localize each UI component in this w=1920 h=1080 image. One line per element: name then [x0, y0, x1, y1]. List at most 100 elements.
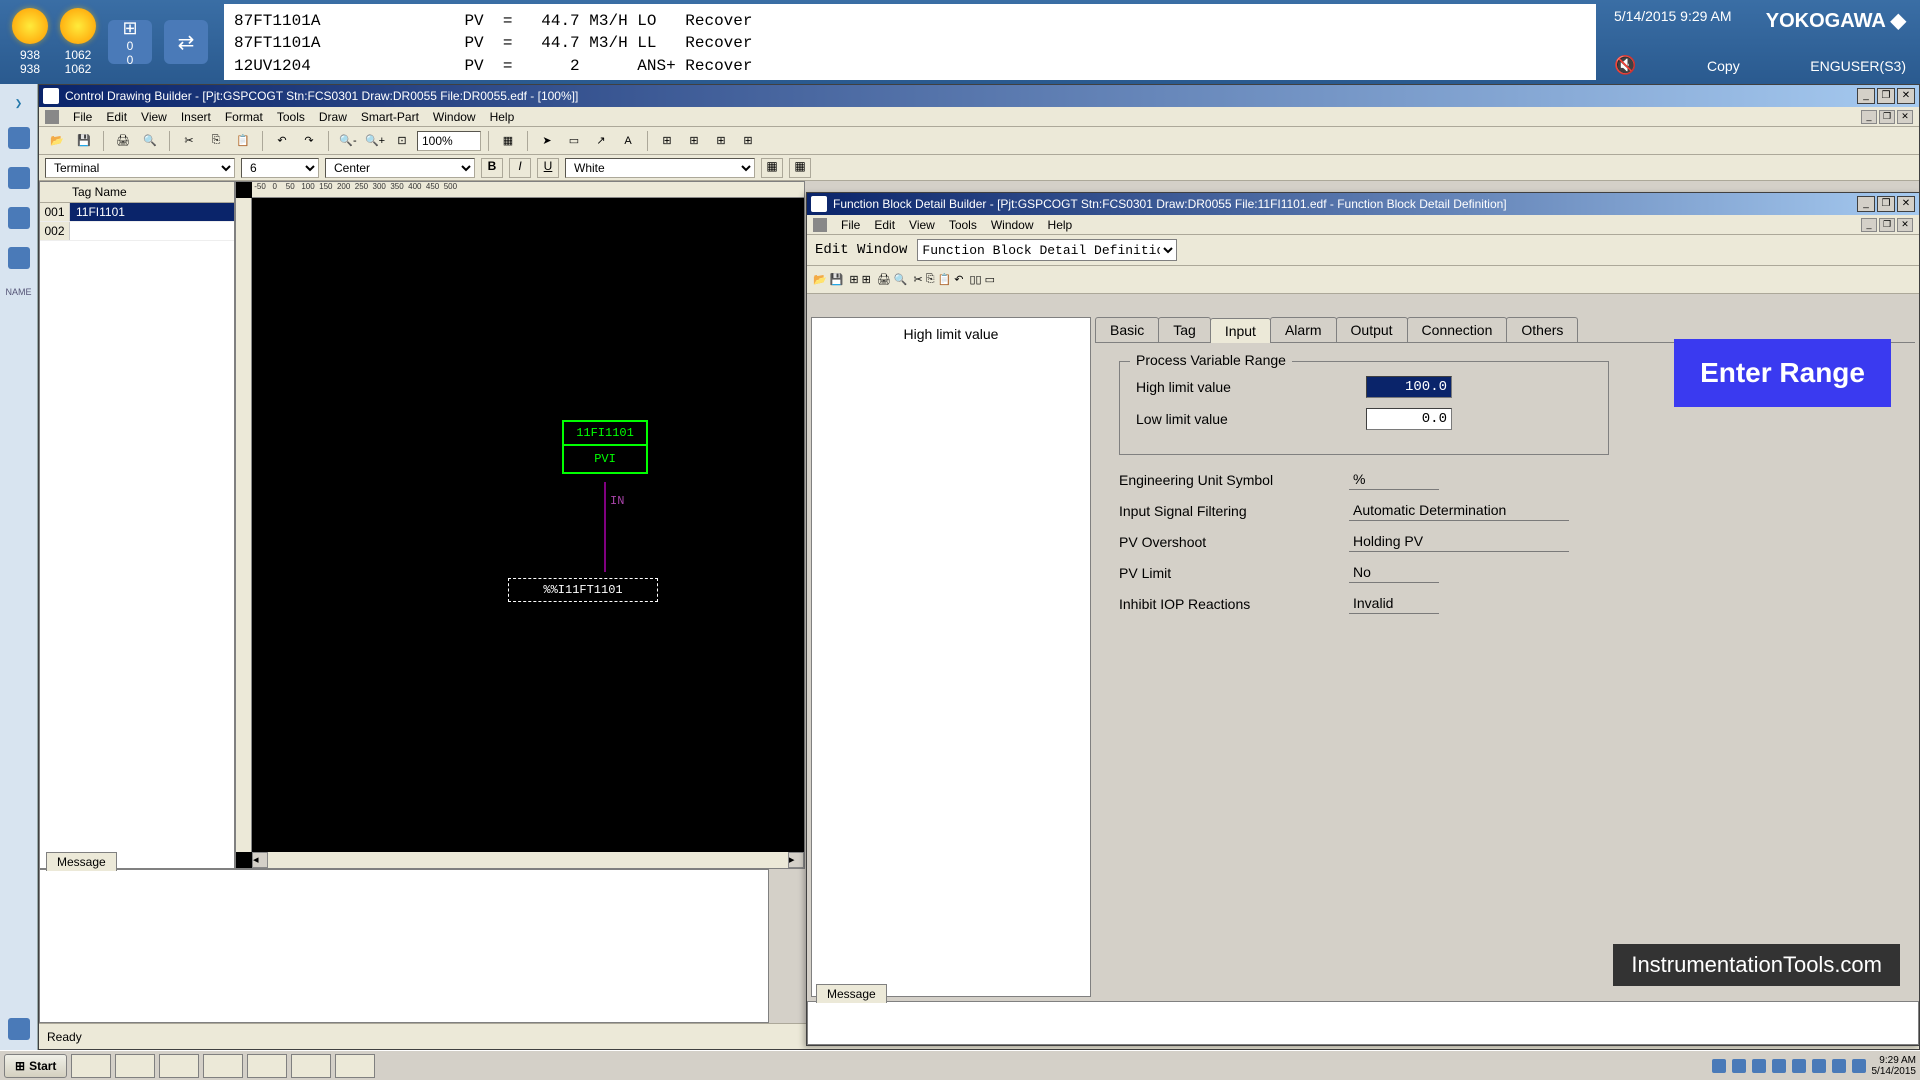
save-icon[interactable]: 💾 [72, 129, 96, 153]
cut-icon[interactable]: ✂ [914, 273, 923, 286]
tray-icon[interactable] [1772, 1059, 1786, 1073]
scroll-right-icon[interactable]: ▸ [788, 852, 804, 868]
save-icon[interactable]: 💾 [830, 273, 844, 286]
tab-connection[interactable]: Connection [1407, 317, 1508, 342]
menu-window[interactable]: Window [991, 218, 1034, 232]
open-icon[interactable]: 📂 [45, 129, 69, 153]
tool-icon[interactable]: ↗ [589, 129, 613, 153]
menu-help[interactable]: Help [490, 110, 515, 124]
copy-icon[interactable]: ⎘ [204, 129, 228, 153]
menu-file[interactable]: File [73, 110, 92, 124]
cut-icon[interactable]: ✂ [177, 129, 201, 153]
menu-window[interactable]: Window [433, 110, 476, 124]
scroll-left-icon[interactable]: ◂ [252, 852, 268, 868]
taskbar-button[interactable] [115, 1054, 155, 1078]
copy-button[interactable]: Copy [1707, 58, 1740, 74]
paste-icon[interactable]: 📋 [938, 273, 952, 286]
tray-icon[interactable] [1812, 1059, 1826, 1073]
tab-alarm[interactable]: Alarm [1270, 317, 1337, 342]
function-block[interactable]: 11FI1101 PVI [562, 420, 648, 474]
menu-smartpart[interactable]: Smart-Part [361, 110, 419, 124]
open-icon[interactable]: 📂 [813, 273, 827, 286]
mute-icon[interactable]: 🔇 [1614, 55, 1636, 76]
menu-view[interactable]: View [141, 110, 167, 124]
font-select[interactable]: Terminal [45, 158, 235, 178]
tool-icon[interactable]: ⊞ [655, 129, 679, 153]
editwin-select[interactable]: Function Block Detail Definition [917, 239, 1177, 261]
menu-format[interactable]: Format [225, 110, 263, 124]
user-label[interactable]: ENGUSER(S3) [1810, 58, 1906, 74]
tool-icon[interactable]: ⊞ [736, 129, 760, 153]
preview-icon[interactable]: 🔍 [138, 129, 162, 153]
tool-icon[interactable]: ⊞ [709, 129, 733, 153]
preview-icon[interactable]: 🔍 [894, 273, 908, 286]
tool-icon[interactable]: ⊞ [682, 129, 706, 153]
low-limit-input[interactable] [1366, 408, 1452, 430]
menu-insert[interactable]: Insert [181, 110, 211, 124]
message-tab[interactable]: Message [46, 852, 117, 871]
copy-icon[interactable]: ⎘ [926, 273, 935, 286]
tray-icon[interactable] [1792, 1059, 1806, 1073]
zoomout-icon[interactable]: 🔍- [336, 129, 360, 153]
tab-basic[interactable]: Basic [1095, 317, 1159, 342]
grid-icon[interactable]: ▦ [496, 129, 520, 153]
tray-icon[interactable] [1832, 1059, 1846, 1073]
taskbar-button[interactable] [159, 1054, 199, 1078]
layout-icon[interactable]: ▭ [985, 273, 995, 286]
weather-widget-2[interactable]: 1062 1062 [60, 8, 96, 76]
fmt-button[interactable]: ▦ [761, 158, 783, 178]
taskbar-button[interactable] [291, 1054, 331, 1078]
message-tab[interactable]: Message [816, 984, 887, 1003]
mdi-restore[interactable]: ❐ [1879, 218, 1895, 232]
mdi-minimize[interactable]: _ [1861, 218, 1877, 232]
cdb-titlebar[interactable]: Control Drawing Builder - [Pjt:GSPCOGT S… [39, 85, 1919, 107]
mdi-close[interactable]: ✕ [1897, 218, 1913, 232]
tab-tag[interactable]: Tag [1158, 317, 1211, 342]
nav-icon[interactable] [8, 1018, 30, 1040]
minimize-button[interactable]: _ [1857, 196, 1875, 212]
tool-icon[interactable]: ⊞ [849, 273, 858, 286]
zoom-fit-icon[interactable]: ⊡ [390, 129, 414, 153]
weather-widget-1[interactable]: 938 938 [12, 8, 48, 76]
menu-tools[interactable]: Tools [277, 110, 305, 124]
link-widget[interactable]: ⇄ [164, 20, 208, 64]
fbd-titlebar[interactable]: Function Block Detail Builder - [Pjt:GSP… [807, 193, 1919, 215]
menu-file[interactable]: File [841, 218, 860, 232]
text-icon[interactable]: A [616, 129, 640, 153]
menu-draw[interactable]: Draw [319, 110, 347, 124]
menu-help[interactable]: Help [1048, 218, 1073, 232]
pointer-icon[interactable]: ➤ [535, 129, 559, 153]
mdi-close[interactable]: ✕ [1897, 110, 1913, 124]
underline-button[interactable]: U [537, 158, 559, 178]
gauge-widget-3[interactable]: ⊞ 0 0 [108, 20, 152, 64]
italic-button[interactable]: I [509, 158, 531, 178]
nav-icon[interactable] [8, 167, 30, 189]
color-select[interactable]: White [565, 158, 755, 178]
menu-edit[interactable]: Edit [106, 110, 127, 124]
tab-output[interactable]: Output [1336, 317, 1408, 342]
high-limit-input[interactable] [1366, 376, 1452, 398]
taskbar-button[interactable] [247, 1054, 287, 1078]
print-icon[interactable]: 🖨 [877, 273, 891, 286]
tray-icon[interactable] [1712, 1059, 1726, 1073]
maximize-button[interactable]: ❐ [1877, 196, 1895, 212]
menu-tools[interactable]: Tools [949, 218, 977, 232]
inhibit-value[interactable]: Invalid [1349, 593, 1439, 614]
paste-icon[interactable]: 📋 [231, 129, 255, 153]
nav-icon[interactable] [8, 247, 30, 269]
filter-value[interactable]: Automatic Determination [1349, 500, 1569, 521]
drawing-canvas[interactable]: 11FI1101 PVI IN %%I11FT1101 [252, 198, 792, 852]
taskbar-button[interactable] [203, 1054, 243, 1078]
pvlimit-value[interactable]: No [1349, 562, 1439, 583]
mdi-restore[interactable]: ❐ [1879, 110, 1895, 124]
tray-icon[interactable] [1752, 1059, 1766, 1073]
tag-row[interactable]: 001 11FI1101 [40, 203, 234, 222]
layout-icon[interactable]: ▯▯ [969, 273, 981, 286]
menu-view[interactable]: View [909, 218, 935, 232]
size-select[interactable]: 6 [241, 158, 319, 178]
redo-icon[interactable]: ↷ [297, 129, 321, 153]
tag-row[interactable]: 002 [40, 222, 234, 241]
undo-icon[interactable]: ↶ [270, 129, 294, 153]
h-scrollbar[interactable]: ◂ ▸ [252, 852, 804, 868]
maximize-button[interactable]: ❐ [1877, 88, 1895, 104]
